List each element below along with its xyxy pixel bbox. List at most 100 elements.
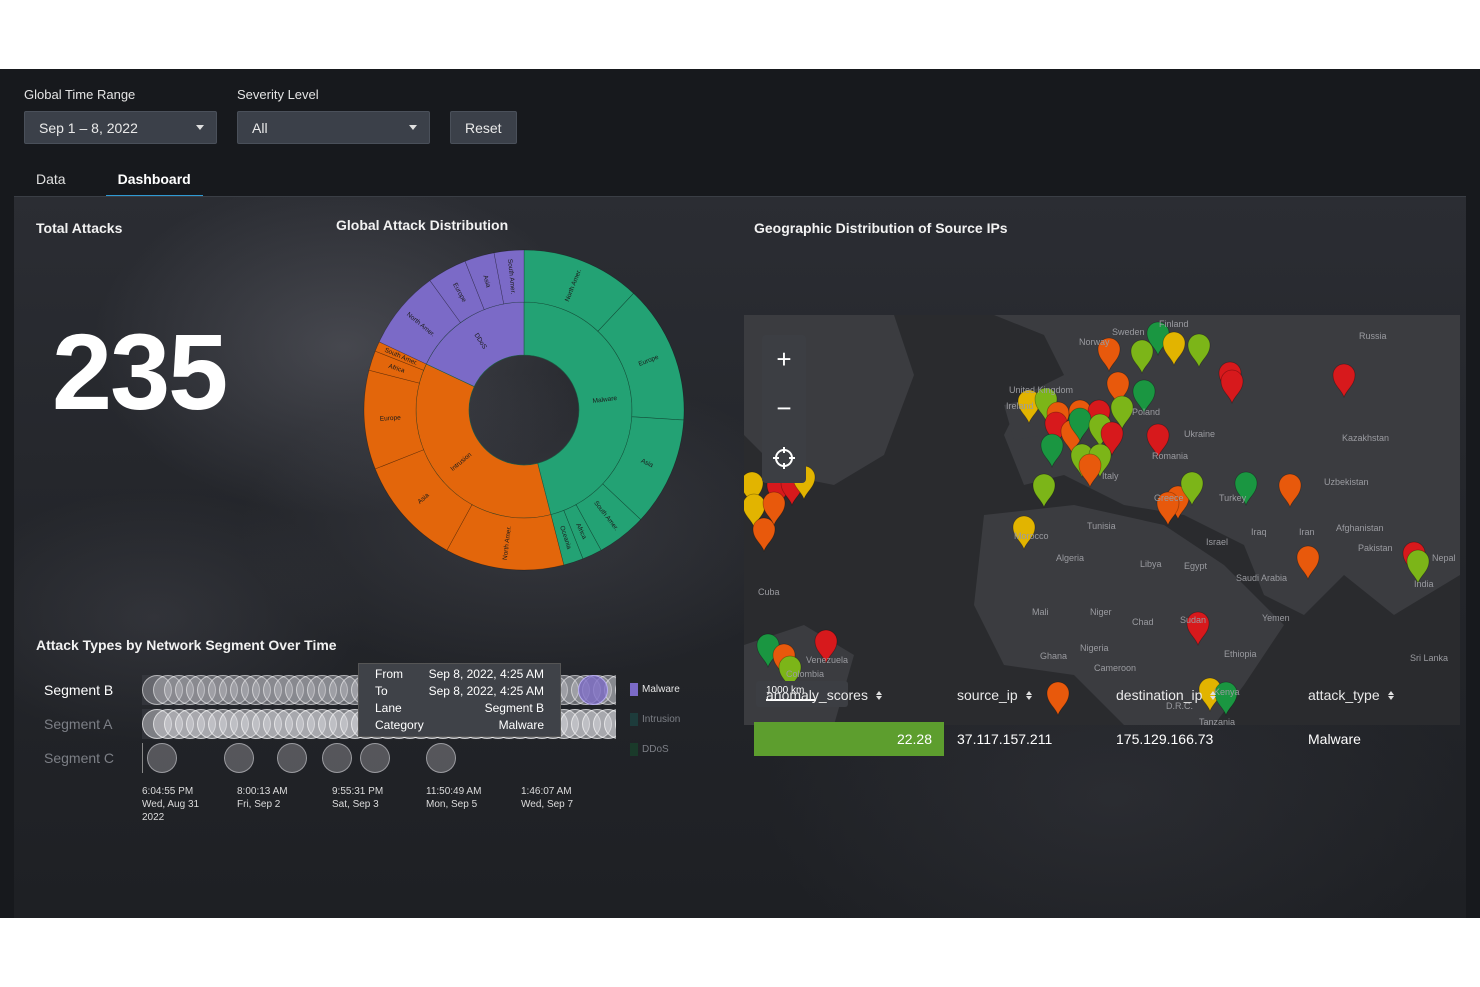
- map-place-label: Cameroon: [1094, 663, 1137, 673]
- map-marker-pin[interactable]: [1332, 363, 1356, 399]
- severity-select[interactable]: All: [237, 111, 430, 144]
- map-place-label: Afghanistan: [1336, 523, 1384, 533]
- crosshair-icon: [773, 447, 795, 470]
- legend-ddos[interactable]: DDoS: [630, 743, 669, 756]
- column-header-anomaly-scores[interactable]: anomaly_scores: [766, 687, 882, 703]
- map-place-label: Saudi Arabia: [1236, 573, 1288, 583]
- map-place-label: Ghana: [1040, 651, 1068, 661]
- swimlane-bubble[interactable]: [322, 743, 352, 773]
- anomaly-score-cell: 22.28: [754, 722, 944, 756]
- column-header-destination-ip[interactable]: destination_ip: [1116, 687, 1217, 703]
- time-tick: 11:50:49 AM Mon, Sep 5: [426, 786, 482, 810]
- time-range-label: Global Time Range: [24, 87, 136, 102]
- lane-label-segment-a[interactable]: Segment A: [44, 716, 113, 732]
- lane-label-segment-c[interactable]: Segment C: [44, 750, 114, 766]
- geo-title: Geographic Distribution of Source IPs: [754, 220, 1008, 236]
- map-place-label: Turkey: [1219, 493, 1247, 503]
- filter-bar: Global Time Range Sep 1 – 8, 2022 Severi…: [24, 87, 517, 144]
- map-marker-pin[interactable]: [1220, 369, 1244, 405]
- map-place-label: Iran: [1299, 527, 1315, 537]
- map-place-label: Libya: [1140, 559, 1162, 569]
- map-place-label: Ukraine: [1184, 429, 1216, 439]
- map-marker-pin[interactable]: [1278, 473, 1302, 509]
- tab-dashboard[interactable]: Dashboard: [105, 165, 203, 197]
- swimlane-bubble[interactable]: [360, 743, 390, 773]
- map-place-label: Ireland: [1006, 401, 1034, 411]
- map-place-label: Pakistan: [1358, 543, 1393, 553]
- lane-axis-line: [142, 743, 143, 773]
- severity-value: All: [252, 119, 268, 136]
- severity-label: Severity Level: [237, 87, 319, 102]
- swimlane-tooltip: From Sep 8, 2022, 4:25 AM To Sep 8, 2022, …: [358, 663, 561, 737]
- total-attacks-value: 235: [52, 311, 228, 432]
- reset-button[interactable]: Reset: [450, 111, 517, 144]
- map-marker-pin[interactable]: [1078, 453, 1102, 489]
- sunburst-chart[interactable]: MalwareNorth Amer.EuropeAsiaSouth Amer.A…: [359, 245, 689, 575]
- column-header-attack-type[interactable]: attack_type: [1308, 687, 1394, 703]
- sunburst-title: Global Attack Distribution: [336, 217, 509, 233]
- map-marker-pin[interactable]: [1187, 333, 1211, 369]
- map-marker-pin[interactable]: [1032, 473, 1056, 509]
- map-place-label: Nepal: [1432, 553, 1456, 563]
- destination-ip-cell: 175.129.166.73: [1116, 731, 1214, 747]
- map-place-label: United Kingdom: [1009, 385, 1074, 395]
- map-place-label: Tunisia: [1087, 521, 1116, 531]
- locate-button[interactable]: [768, 442, 800, 474]
- map-place-label: Kenya: [1214, 687, 1240, 697]
- sort-icon: [1025, 690, 1032, 700]
- map-place-label: Yemen: [1262, 613, 1290, 623]
- map-marker-pin[interactable]: [752, 517, 776, 553]
- time-tick: 9:55:31 PM Sat, Sep 3: [332, 786, 384, 810]
- swimlane-bubble[interactable]: [147, 743, 177, 773]
- geo-map[interactable]: Sweden Finland Russia Norway United Kingdom I…: [744, 315, 1460, 725]
- swimlane-bubble[interactable]: [224, 743, 254, 773]
- swimlane-bubble[interactable]: [426, 743, 456, 773]
- severity-filter: Severity Level All: [237, 87, 430, 144]
- source-ip-cell: 37.117.157.211: [957, 731, 1053, 747]
- sunburst-outer-label: Europe: [380, 414, 402, 422]
- legend-swatch: [630, 743, 638, 756]
- map-place-label: Sri Lanka: [1410, 653, 1449, 663]
- time-range-filter: Global Time Range Sep 1 – 8, 2022: [24, 87, 217, 144]
- legend-swatch: [630, 683, 638, 696]
- map-place-label: Italy: [1102, 471, 1119, 481]
- map-place-label: Algeria: [1056, 553, 1085, 563]
- zoom-in-button[interactable]: +: [768, 344, 800, 376]
- map-place-label: Sudan: [1180, 615, 1207, 625]
- map-place-label: Poland: [1132, 407, 1161, 417]
- legend-intrusion[interactable]: Intrusion: [630, 713, 680, 726]
- map-marker-pin[interactable]: [1162, 331, 1186, 367]
- map-marker-pin[interactable]: [1046, 681, 1070, 717]
- lane-label-segment-b[interactable]: Segment B: [44, 682, 113, 698]
- time-range-select[interactable]: Sep 1 – 8, 2022: [24, 111, 217, 144]
- legend-label: Malware: [642, 684, 680, 695]
- map-place-label: Sweden: [1112, 327, 1145, 337]
- map-place-label: Cuba: [758, 587, 780, 597]
- map-place-label: Norway: [1079, 337, 1110, 347]
- map-marker-pin[interactable]: [1296, 545, 1320, 581]
- sort-icon: [1210, 690, 1217, 700]
- legend-malware[interactable]: Malware: [630, 683, 680, 696]
- tab-data[interactable]: Data: [24, 165, 78, 197]
- map-marker-pin[interactable]: [1130, 339, 1154, 375]
- map-place-label: Greece: [1154, 493, 1184, 503]
- swimlane-bubble[interactable]: [277, 743, 307, 773]
- map-place-label: Finland: [1159, 319, 1189, 329]
- map-place-label: Uzbekistan: [1324, 477, 1369, 487]
- swimlane-bubble-selected[interactable]: [578, 675, 608, 705]
- time-tick: 6:04:55 PM Wed, Aug 31 2022: [142, 786, 200, 823]
- total-attacks-title: Total Attacks: [36, 220, 123, 236]
- zoom-out-button[interactable]: −: [768, 393, 800, 425]
- legend-label: Intrusion: [642, 714, 681, 725]
- lane-track-segment-c[interactable]: [142, 743, 616, 773]
- time-tick: 8:00:13 AM Fri, Sep 2: [237, 786, 288, 810]
- sort-icon: [875, 690, 882, 700]
- map-marker-pin[interactable]: [1040, 433, 1064, 469]
- map-place-label: Kazakhstan: [1342, 433, 1390, 443]
- map-place-label: Venezuela: [806, 655, 849, 665]
- column-header-source-ip[interactable]: source_ip: [957, 687, 1032, 703]
- attack-type-cell: Malware: [1308, 731, 1361, 747]
- time-tick: 1:46:07 AM Wed, Sep 7: [521, 786, 574, 810]
- time-range-value: Sep 1 – 8, 2022: [39, 119, 138, 136]
- map-place-label: Egypt: [1184, 561, 1208, 571]
